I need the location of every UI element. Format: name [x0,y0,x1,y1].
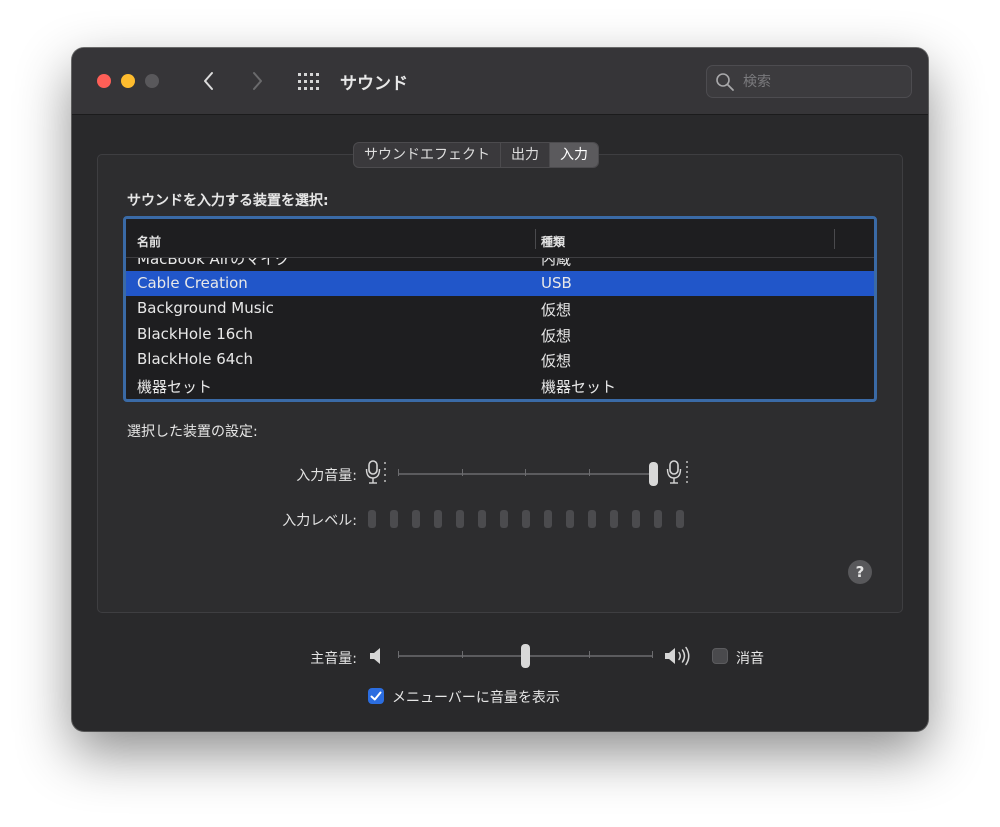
chevron-right-icon [253,72,262,90]
speaker-high-icon [665,646,690,666]
level-segment [544,510,552,528]
table-row[interactable]: BlackHole 16ch 仮想 [126,322,874,348]
level-segment [456,510,464,528]
show-volume-in-menubar-label[interactable]: メニューバーに音量を表示 [392,687,560,707]
zoom-button[interactable] [145,74,159,88]
level-segment [500,510,508,528]
level-segment [632,510,640,528]
column-divider[interactable] [535,229,536,249]
close-button[interactable] [97,74,111,88]
title-bar: サウンド [72,48,928,115]
level-segment [522,510,530,528]
back-button[interactable] [196,66,222,96]
device-name: Background Music [137,299,274,317]
search-input[interactable] [741,70,905,94]
table-row[interactable]: BlackHole 64ch 仮想 [126,347,874,373]
device-type: USB [541,273,572,292]
column-divider[interactable] [834,229,835,249]
search-field[interactable] [706,65,912,98]
column-header-type[interactable]: 種類 [541,233,565,250]
level-segment [368,510,376,528]
device-list: MacBook Airのマイク 内蔵 Cable Creation USB Ba… [126,245,874,398]
slider-tick [398,651,399,658]
device-name: 機器セット [137,377,213,396]
input-level-label: 入力レベル: [282,513,357,529]
device-type: 機器セット [541,377,617,396]
output-volume-label: 主音量: [310,651,357,667]
table-row-selected[interactable]: Cable Creation USB [126,270,874,296]
table-row[interactable]: Background Music 仮想 [126,296,874,322]
level-segment [676,510,684,528]
level-segment [654,510,662,528]
microphone-low-icon [365,460,386,484]
device-name: BlackHole 16ch [137,324,254,343]
tab-input[interactable]: 入力 [550,143,598,167]
device-name: Cable Creation [137,273,248,292]
input-volume-knob[interactable] [648,462,658,486]
tab-sound-effects[interactable]: サウンドエフェクト [354,143,501,167]
device-name: BlackHole 64ch [137,350,254,368]
slider-tick [589,469,590,476]
input-device-heading: サウンドを入力する装置を選択: [127,193,329,209]
selected-device-settings-label: 選択した装置の設定: [127,424,258,440]
device-type: 仮想 [541,352,572,370]
slider-tick [462,469,463,476]
checkmark-icon [370,691,382,701]
help-button[interactable]: ? [848,560,872,584]
column-header-name[interactable]: 名前 [137,233,161,250]
show-volume-in-menubar-checkbox[interactable] [368,688,384,704]
level-segment [588,510,596,528]
minimize-button[interactable] [121,74,135,88]
level-segment [390,510,398,528]
speaker-low-icon [370,648,380,664]
device-type: 仮想 [541,326,572,345]
chevron-left-icon [204,72,213,90]
tab-bar: サウンドエフェクト 出力 入力 [353,142,599,168]
output-volume-knob[interactable] [521,644,530,668]
level-segment [566,510,574,528]
microphone-high-icon [666,460,688,484]
slider-tick [652,651,653,658]
show-all-grid-icon[interactable] [298,73,320,91]
search-icon [716,73,734,91]
input-volume-label: 入力音量: [296,468,357,484]
forward-button[interactable] [244,66,270,96]
slider-tick [398,469,399,476]
level-segment [412,510,420,528]
slider-tick [462,651,463,658]
mute-label[interactable]: 消音 [736,648,764,668]
mute-checkbox[interactable] [712,648,728,664]
level-segment [478,510,486,528]
tab-output[interactable]: 出力 [501,143,550,167]
table-row[interactable]: 機器セット 機器セット [126,373,874,399]
sound-preferences-window: サウンド サウンドエフェクト 出力 入力 サウンドを入力する装置を選択: Mac… [72,48,928,731]
level-segment [434,510,442,528]
device-type: 仮想 [541,301,572,319]
table-header: 名前 種類 [126,219,874,258]
window-title: サウンド [340,74,408,94]
level-segment [610,510,618,528]
slider-tick [589,651,590,658]
slider-tick [525,469,526,476]
input-device-table[interactable]: MacBook Airのマイク 内蔵 Cable Creation USB Ba… [123,216,877,402]
